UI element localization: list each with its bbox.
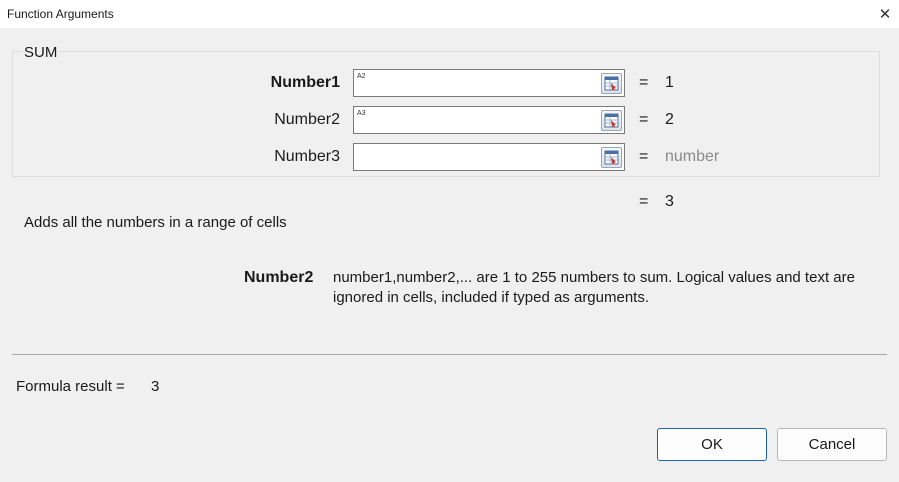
- equals-sign: =: [639, 111, 649, 128]
- arg-label-number2: Number2: [274, 111, 340, 128]
- arg-input-number2[interactable]: A3: [353, 106, 625, 134]
- arg-result-number2: 2: [665, 111, 674, 128]
- close-icon[interactable]: ✕: [871, 0, 899, 28]
- arg-result-number3: number: [665, 148, 720, 165]
- arg-result-number1: 1: [665, 74, 674, 91]
- help-arg-name: Number2: [244, 269, 314, 286]
- cancel-button[interactable]: Cancel: [777, 428, 887, 461]
- divider: [12, 354, 887, 355]
- function-total-result: 3: [665, 193, 674, 210]
- window-title: Function Arguments: [7, 7, 114, 21]
- arg-input-number1[interactable]: A2: [353, 69, 625, 97]
- formula-result-value: 3: [151, 378, 160, 395]
- equals-sign: =: [639, 148, 649, 165]
- ok-button[interactable]: OK: [657, 428, 767, 461]
- equals-sign: =: [639, 74, 649, 91]
- arg-label-number3: Number3: [274, 148, 340, 165]
- range-select-icon[interactable]: [601, 73, 622, 94]
- title-bar: Function Arguments ✕: [0, 0, 899, 28]
- arg-input-number3[interactable]: [353, 143, 625, 171]
- arg-label-number1: Number1: [270, 74, 340, 91]
- range-select-icon[interactable]: [601, 147, 622, 168]
- function-name: SUM: [23, 44, 59, 61]
- range-select-icon[interactable]: [601, 110, 622, 131]
- formula-result-label: Formula result =: [16, 378, 125, 395]
- help-text: number1,number2,... are 1 to 255 numbers…: [333, 269, 855, 306]
- equals-sign: =: [639, 193, 649, 210]
- function-description: Adds all the numbers in a range of cells: [24, 214, 287, 231]
